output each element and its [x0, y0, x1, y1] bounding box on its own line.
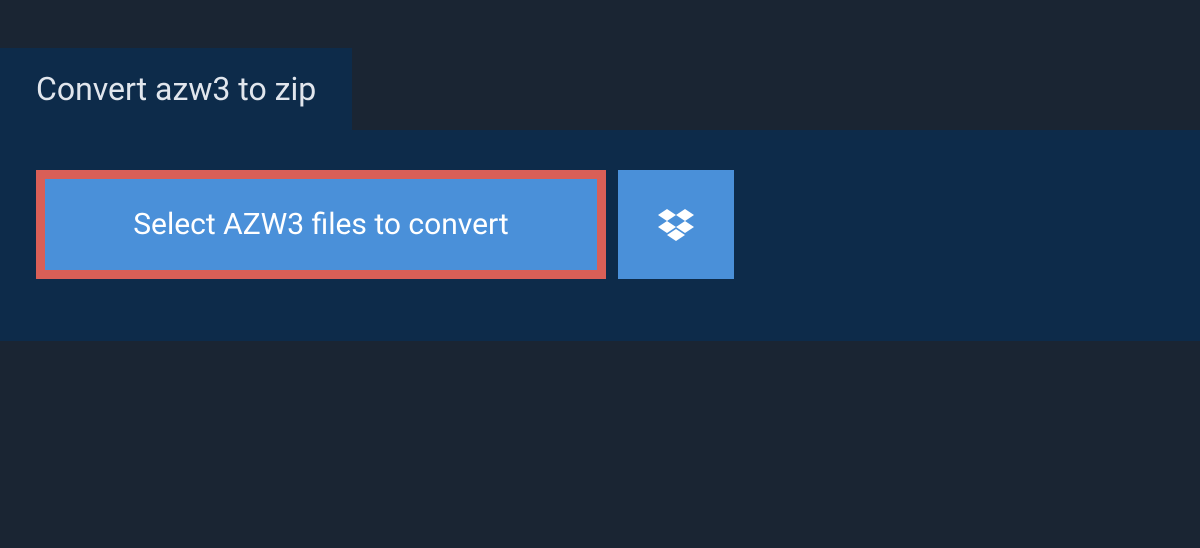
dropbox-icon — [658, 209, 694, 241]
button-row: Select AZW3 files to convert — [36, 170, 1164, 279]
tab-title: Convert azw3 to zip — [36, 70, 316, 108]
dropbox-button[interactable] — [618, 170, 734, 279]
select-files-label: Select AZW3 files to convert — [133, 207, 509, 242]
converter-panel: Select AZW3 files to convert — [0, 130, 1200, 341]
tab-bar: Convert azw3 to zip — [0, 48, 1200, 130]
tab-convert[interactable]: Convert azw3 to zip — [0, 48, 352, 130]
select-files-button[interactable]: Select AZW3 files to convert — [36, 170, 606, 279]
